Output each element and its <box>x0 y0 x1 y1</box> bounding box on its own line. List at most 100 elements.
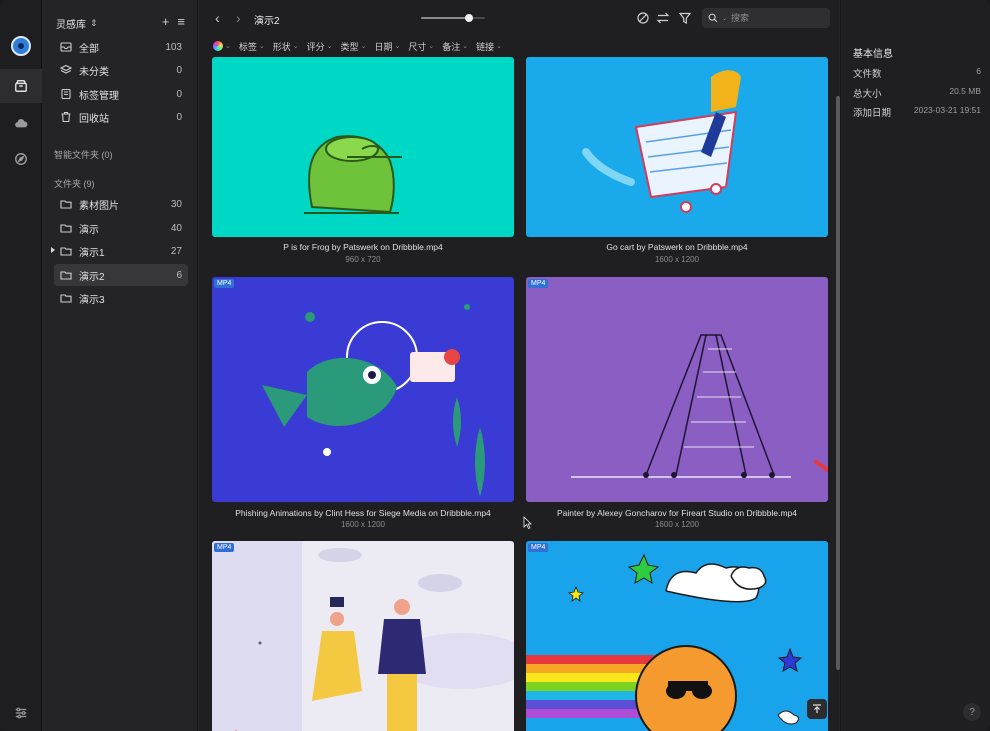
filter-label: 标签 <box>238 41 257 52</box>
sidebar-item-count: 103 <box>165 41 182 53</box>
scroll-to-top-button[interactable] <box>807 699 827 719</box>
chevron-down-icon: ⌄ <box>428 43 435 50</box>
sidebar-item-count: 0 <box>176 88 182 100</box>
chevron-down-icon: ⌄ <box>292 43 299 50</box>
filter-shape[interactable]: 形状 ⌄ <box>273 40 299 53</box>
filter-label: 链接 <box>476 41 495 52</box>
asset-name: P is for Frog by Patswerk on Dribbble.mp… <box>283 242 443 252</box>
sidebar-item-tags[interactable]: 标签管理 0 <box>54 83 188 105</box>
chevron-down-icon: ⌄ <box>360 43 367 50</box>
asset-thumbnail[interactable]: MP4 <box>526 277 828 502</box>
folder-item-selected[interactable]: 演示2 6 <box>54 264 188 286</box>
filter-icon[interactable] <box>678 11 692 25</box>
asset-dimensions: 960 x 720 <box>345 255 381 264</box>
app-window: 灵感库 ⇕ + ≡ 全部 103 未分类 0 标签管理 0 回收站 0 智能文件… <box>0 0 990 731</box>
library-title: 灵感库 <box>56 20 86 31</box>
folder-count: 30 <box>170 198 182 210</box>
folder-label: 演示 <box>79 224 99 236</box>
app-logo-icon[interactable] <box>11 36 31 56</box>
asset-thumbnail[interactable] <box>526 57 828 237</box>
filter-label: 备注 <box>442 41 461 52</box>
filter-notes[interactable]: 备注 ⌄ <box>442 40 468 53</box>
sidebar-item-count: 0 <box>176 64 182 76</box>
asset-thumbnail[interactable]: MP4 <box>212 277 514 502</box>
filter-label: 类型 <box>340 41 359 52</box>
ladder-illustration <box>526 277 828 502</box>
mouse-cursor-icon <box>523 516 532 529</box>
page-title: 演示2 <box>254 16 280 27</box>
filter-link[interactable]: 链接 ⌄ <box>476 40 502 53</box>
help-button[interactable]: ? <box>963 703 981 721</box>
smart-folders-header[interactable]: 智能文件夹 (0) <box>54 148 113 161</box>
asset-thumbnail[interactable]: MP4 <box>526 541 828 731</box>
inspector-title: 基本信息 <box>853 49 893 60</box>
folder-item[interactable]: 演示3 <box>54 287 188 309</box>
library-switcher[interactable]: 灵感库 ⇕ <box>56 16 98 31</box>
folders-header[interactable]: 文件夹 (9) <box>54 177 95 190</box>
folder-label: 演示1 <box>79 247 105 259</box>
swap-icon[interactable] <box>656 11 670 25</box>
folder-item[interactable]: 素材图片 30 <box>54 193 188 215</box>
hamburger-icon[interactable]: ≡ <box>177 14 185 29</box>
folder-label: 演示2 <box>79 271 105 283</box>
zoom-slider[interactable] <box>421 14 485 22</box>
folder-label: 演示3 <box>79 294 105 306</box>
cloud-icon <box>15 119 28 128</box>
chevron-down-icon: ⌄ <box>462 43 469 50</box>
asset-thumbnail[interactable]: MP4 <box>212 541 514 731</box>
chevron-down-icon: ⌄ <box>326 43 333 50</box>
search-box[interactable]: ⌄ <box>702 8 830 28</box>
search-icon <box>708 13 718 23</box>
filter-tags[interactable]: 标签 ⌄ <box>239 40 265 53</box>
inspector-value: 6 <box>976 66 981 76</box>
file-type-badge: MP4 <box>214 279 235 288</box>
folder-icon <box>60 269 72 281</box>
filter-date[interactable]: 日期 ⌄ <box>374 40 400 53</box>
no-filter-icon[interactable] <box>636 11 650 25</box>
filter-type[interactable]: 类型 ⌄ <box>341 40 367 53</box>
chevron-down-icon: ⌄ <box>496 43 502 50</box>
color-filter[interactable]: ⌄ <box>213 41 231 51</box>
inspector-panel: 基本信息 文件数 6 总大小 20.5 MB 添加日期 2023-03-21 1… <box>840 0 990 731</box>
file-type-badge: MP4 <box>214 543 235 552</box>
folder-count: 6 <box>176 269 182 281</box>
plus-icon[interactable]: + <box>162 14 170 29</box>
couple-illustration <box>212 541 514 731</box>
chevron-down-icon: ⌄ <box>394 43 401 50</box>
filter-rating[interactable]: 评分 ⌄ <box>307 40 333 53</box>
settings-rail-button[interactable] <box>0 696 42 730</box>
filter-size[interactable]: 尺寸 ⌄ <box>408 40 434 53</box>
inspector-key: 添加日期 <box>853 108 892 119</box>
sidebar-item-uncategorized[interactable]: 未分类 0 <box>54 59 188 81</box>
folder-icon <box>60 222 72 234</box>
inspector-row-date-added: 添加日期 2023-03-21 19:51 <box>853 105 981 119</box>
forward-arrow-icon[interactable]: › <box>236 10 241 26</box>
search-scope-chevron-icon[interactable]: ⌄ <box>722 15 727 22</box>
sidebar-item-label: 未分类 <box>79 66 109 78</box>
search-input[interactable] <box>731 13 822 23</box>
sidebar-item-trash[interactable]: 回收站 0 <box>54 106 188 128</box>
sidebar: 灵感库 ⇕ + ≡ 全部 103 未分类 0 标签管理 0 回收站 0 智能文件… <box>42 0 198 731</box>
layers-icon <box>60 64 72 76</box>
asset-dimensions: 1600 x 1200 <box>340 520 386 529</box>
thumbnail-grid: P is for Frog by Patswerk on Dribbble.mp… <box>212 57 828 731</box>
sidebar-item-all[interactable]: 全部 103 <box>54 36 188 58</box>
zoom-slider-fill <box>421 17 469 19</box>
cloud-rail-button[interactable] <box>0 106 42 140</box>
explore-rail-button[interactable] <box>0 142 42 176</box>
asset-name: Phishing Animations by Clint Hess for Si… <box>235 508 491 518</box>
inspector-key: 总大小 <box>853 89 882 100</box>
file-type-badge: MP4 <box>528 543 549 552</box>
asset-name: Go cart by Patswerk on Dribbble.mp4 <box>606 242 748 252</box>
asset-thumbnail[interactable] <box>212 57 514 237</box>
expand-caret-icon[interactable] <box>51 247 55 253</box>
main-panel: ‹ › 演示2 ⌄ ⌄ 标签⌄ 形状⌄ 评分⌄ 类型⌄ 日期⌄ 尺寸⌄ 备注⌄ <box>199 0 840 731</box>
folder-item[interactable]: 演示1 27 <box>51 240 188 262</box>
back-arrow-icon[interactable]: ‹ <box>215 10 220 26</box>
folder-item[interactable]: 演示 40 <box>54 217 188 239</box>
zoom-slider-thumb[interactable] <box>465 14 473 22</box>
library-rail-button[interactable] <box>0 69 42 103</box>
rainbow-sun-illustration <box>526 541 828 731</box>
chevron-down-icon: ⌄ <box>258 43 265 50</box>
inspector-key: 文件数 <box>853 69 882 80</box>
